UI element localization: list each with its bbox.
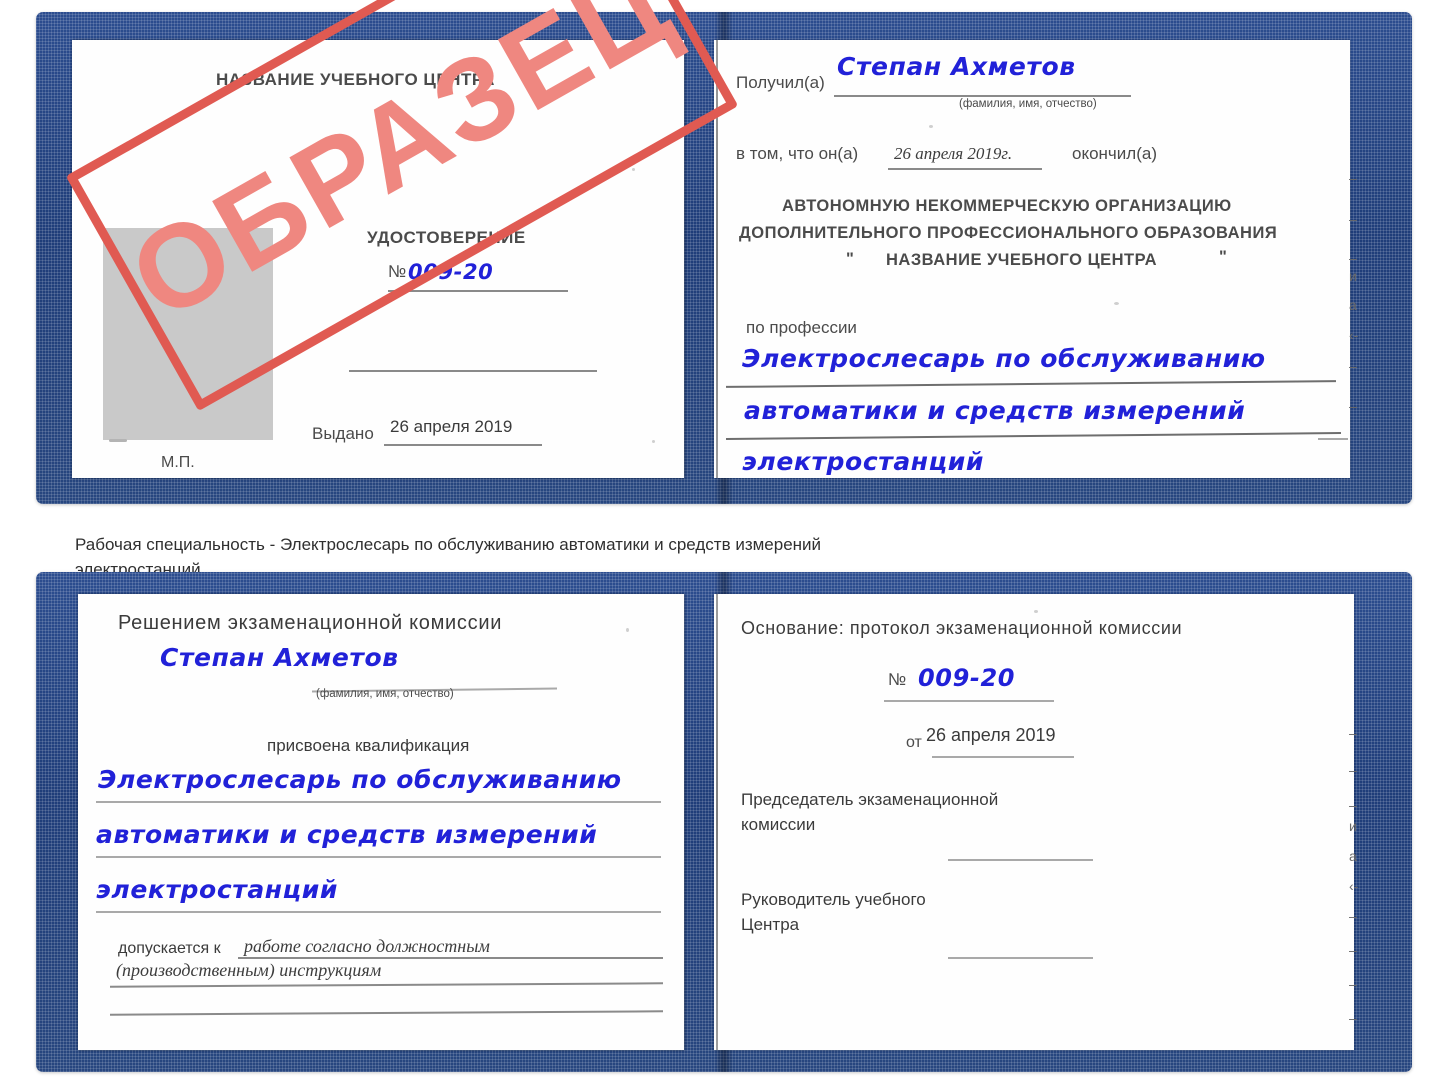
head-line-1: Руководитель учебного <box>741 890 926 909</box>
profession-label: по профессии <box>746 318 857 337</box>
margin-mark: – <box>1349 725 1357 741</box>
fio-hint: (фамилия, имя, отчество) <box>316 688 454 700</box>
protocol-date-label: от <box>906 734 922 751</box>
admitted-label: допускается к <box>118 940 221 957</box>
caption-line-1: Рабочая специальность - Электрослесарь п… <box>75 535 822 554</box>
certificate-2-right-page: Основание: протокол экзаменационной коми… <box>714 594 1354 1050</box>
protocol-number-rule <box>884 700 1054 702</box>
admitted-value-line-1: работе согласно должностным <box>244 936 490 956</box>
admitted-rule-2 <box>110 982 663 988</box>
organization-line-2: ДОПОЛНИТЕЛЬНОГО ПРОФЕССИОНАЛЬНОГО ОБРАЗО… <box>739 224 1278 242</box>
qualification-line-3: электростанций <box>96 875 339 904</box>
margin-mark: а <box>1349 848 1357 864</box>
document-type-label: УДОСТОВЕРЕНИЕ <box>367 228 526 247</box>
margin-mark: – <box>1349 942 1357 958</box>
qualification-rule-3 <box>96 911 661 913</box>
margin-mark: – <box>1349 976 1357 992</box>
profession-rule-2 <box>726 432 1341 440</box>
qualification-rule-1 <box>96 801 661 803</box>
in-that-label: в том, что он(а) <box>736 144 859 163</box>
commission-decision-header: Решением экзаменационной комиссии <box>118 612 503 634</box>
qualification-rule-2 <box>96 856 661 858</box>
margin-mark: – <box>1349 211 1357 227</box>
received-value: Степан Ахметов <box>837 52 1076 81</box>
issued-rule <box>384 444 542 446</box>
margin-mark: – <box>1349 797 1357 813</box>
organization-line-3: НАЗВАНИЕ УЧЕБНОГО ЦЕНТРА <box>886 251 1158 269</box>
margin-mark: – <box>1349 250 1357 266</box>
margin-mark: – <box>1349 908 1357 924</box>
margin-rule <box>1318 438 1348 440</box>
margin-mark: ‹- <box>1349 327 1359 343</box>
protocol-number-label: № <box>888 670 907 689</box>
margin-mark: – <box>1349 762 1357 778</box>
received-rule <box>834 95 1131 97</box>
head-signature-rule <box>948 957 1093 959</box>
finished-label: окончил(а) <box>1072 144 1157 163</box>
blank-rule-1 <box>349 370 597 372</box>
chairman-line-1: Председатель экзаменационной <box>741 790 999 809</box>
stamp-place-label: М.П. <box>161 454 195 471</box>
admitted-rule-3 <box>110 1010 663 1016</box>
protocol-date-rule <box>932 756 1074 758</box>
received-label: Получил(а) <box>736 73 825 92</box>
certificate-1-left-page: НАЗВАНИЕ УЧЕБНОГО ЦЕНТРА УДОСТОВЕРЕНИЕ №… <box>72 40 684 478</box>
protocol-number-value: 009-20 <box>918 664 1016 692</box>
organization-quote-close: " <box>1219 248 1228 266</box>
certificate-2-left-page: Решением экзаменационной комиссии Степан… <box>78 594 684 1050</box>
profession-line-3: электростанций <box>742 447 985 476</box>
qualification-label: присвоена квалификация <box>267 736 470 755</box>
photo-placeholder <box>103 228 273 442</box>
protocol-date-value: 26 апреля 2019 <box>926 725 1056 745</box>
fio-hint: (фамилия, имя, отчество) <box>959 98 1097 110</box>
certificate-1-right-page: Получил(а) Степан Ахметов (фамилия, имя,… <box>714 40 1350 478</box>
student-name-value: Степан Ахметов <box>160 643 399 672</box>
admitted-value-line-2: (производственным) инструкциям <box>116 960 382 980</box>
margin-mark: – <box>1349 358 1357 374</box>
certificate-number-rule <box>388 290 568 292</box>
in-that-rule <box>888 168 1042 170</box>
page-gutter-line <box>716 40 718 478</box>
certificate-number-label: № <box>388 262 407 281</box>
margin-mark: и <box>1349 818 1357 834</box>
training-center-header: НАЗВАНИЕ УЧЕБНОГО ЦЕНТРА <box>216 70 495 89</box>
admitted-rule-1 <box>238 957 663 959</box>
profession-line-2: автоматики и средств измерений <box>744 396 1246 425</box>
chairman-line-2: комиссии <box>741 815 816 834</box>
profession-rule-1 <box>726 380 1336 388</box>
chairman-signature-rule <box>948 859 1093 861</box>
certificate-number-value: 009-20 <box>408 260 494 284</box>
margin-mark: – <box>1349 170 1357 186</box>
head-line-2: Центра <box>741 915 800 934</box>
qualification-line-2: автоматики и средств измерений <box>96 820 598 849</box>
page-gutter-line <box>716 594 718 1050</box>
organization-line-1: АВТОНОМНУЮ НЕКОММЕРЧЕСКУЮ ОРГАНИЗАЦИЮ <box>782 197 1232 215</box>
organization-quote-open: " <box>846 250 855 268</box>
profession-line-1: Электрослесарь по обслуживанию <box>742 344 1266 373</box>
basis-label: Основание: протокол экзаменационной коми… <box>741 618 1183 638</box>
margin-mark: и <box>1349 268 1357 284</box>
margin-mark: ‹- <box>1349 878 1359 894</box>
issued-value: 26 апреля 2019 <box>390 417 513 436</box>
margin-mark: а <box>1349 297 1357 313</box>
margin-mark: – <box>1349 1010 1357 1026</box>
in-that-value: 26 апреля 2019г. <box>894 144 1013 163</box>
issued-label: Выдано <box>312 424 374 443</box>
margin-mark: – <box>1349 398 1357 414</box>
qualification-line-1: Электрослесарь по обслуживанию <box>98 765 622 794</box>
